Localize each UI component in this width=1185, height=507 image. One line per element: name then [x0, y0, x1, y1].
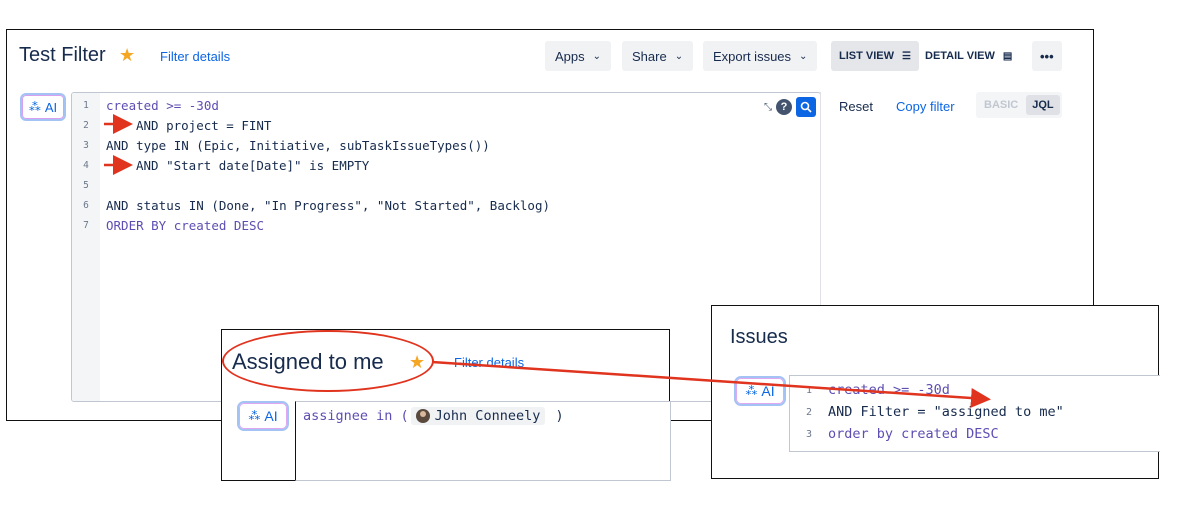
code-line: 2 AND Filter = "assigned to me"	[790, 401, 1064, 423]
query-prefix: assignee in (	[303, 408, 409, 424]
list-icon: ☰	[902, 50, 911, 62]
code-text: order by created DESC	[828, 426, 999, 442]
query-suffix: )	[547, 408, 564, 424]
basic-toggle[interactable]: BASIC	[978, 95, 1024, 115]
line-number: 4	[83, 159, 89, 171]
code-line: 6 AND status IN (Done, "In Progress", "N…	[72, 195, 550, 215]
collapse-icon[interactable]: ⤡	[764, 102, 772, 113]
ai-label: AI	[761, 383, 775, 399]
apps-button[interactable]: Apps ⌄	[545, 41, 612, 71]
code-text: AND status IN (Done, "In Progress", "Not…	[106, 197, 551, 213]
code-line: 1 created >= -30d	[790, 379, 950, 401]
share-label: Share	[632, 48, 667, 64]
more-actions-button[interactable]: •••	[1032, 41, 1062, 71]
ai-button[interactable]: ⁂ AI	[20, 93, 66, 121]
chevron-down-icon: ⌄	[592, 50, 602, 62]
export-label: Export issues	[713, 48, 792, 64]
code-text: AND Filter = "assigned to me"	[828, 404, 1064, 420]
code-line: 3 AND type IN (Epic, Initiative, subTask…	[72, 135, 490, 155]
code-text: created >= -30d	[828, 382, 950, 398]
avatar	[415, 409, 430, 423]
code-text: ORDER BY created DESC	[106, 217, 265, 233]
query-line: assignee in ( John Conneely )	[303, 407, 564, 425]
basic-jql-toggle: BASIC JQL	[976, 92, 1062, 118]
line-number: 6	[83, 199, 89, 211]
copy-filter-button[interactable]: Copy filter	[896, 99, 955, 114]
ai-label: AI	[264, 408, 278, 424]
chevron-down-icon: ⌄	[799, 50, 808, 62]
filter-details-link[interactable]: Filter details	[454, 355, 524, 370]
editor-icons: ⤡ ?	[764, 97, 816, 117]
detail-view-label: DETAIL VIEW	[925, 50, 995, 62]
code-line: 5	[72, 175, 106, 195]
jql-editor[interactable]: assignee in ( John Conneely )	[295, 401, 671, 481]
user-name: John Conneely	[434, 408, 541, 424]
ai-button[interactable]: ⁂ AI	[237, 401, 289, 431]
search-button[interactable]	[796, 97, 816, 117]
sparkle-icon: ⁂	[28, 100, 41, 114]
share-button[interactable]: Share ⌄	[622, 41, 694, 71]
code-line: 1 created >= -30d	[72, 95, 219, 115]
list-view-button[interactable]: LIST VIEW ☰	[831, 41, 919, 71]
list-view-label: LIST VIEW	[839, 50, 894, 62]
code-line: 7 ORDER BY created DESC	[72, 215, 264, 235]
sparkle-icon: ⁂	[248, 409, 261, 423]
line-number: 1	[83, 99, 89, 111]
line-number: 3	[805, 428, 813, 440]
ai-label: AI	[44, 99, 58, 115]
filter-details-link[interactable]: Filter details	[160, 49, 230, 64]
line-number: 7	[83, 219, 89, 231]
star-icon[interactable]: ★	[119, 45, 135, 66]
code-line: 2 AND project = FINT	[72, 115, 271, 135]
divider	[820, 92, 821, 332]
code-text: AND type IN (Epic, Initiative, subTaskIs…	[106, 137, 490, 153]
page-title: Test Filter	[19, 44, 106, 66]
issues-panel: Issues ⁂ AI 1 created >= -30d 2 AND Filt…	[711, 305, 1160, 479]
code-text: AND "Start date[Date]" is EMPTY	[136, 157, 370, 173]
line-number: 2	[805, 406, 813, 418]
export-issues-button[interactable]: Export issues ⌄	[703, 41, 818, 71]
chevron-down-icon: ⌄	[674, 50, 684, 62]
reset-button[interactable]: Reset	[839, 99, 873, 114]
detail-view-button[interactable]: DETAIL VIEW ▤	[919, 41, 1018, 71]
sparkle-icon: ⁂	[745, 384, 758, 398]
code-text: AND project = FINT	[136, 117, 272, 133]
detail-view-icon: ▤	[1002, 50, 1013, 62]
line-number: 1	[805, 384, 813, 396]
help-icon[interactable]: ?	[776, 99, 792, 115]
jql-editor[interactable]: 1 created >= -30d 2 AND Filter = "assign…	[789, 375, 1160, 452]
apps-label: Apps	[555, 48, 585, 64]
jql-toggle[interactable]: JQL	[1026, 95, 1060, 115]
code-line: 3 order by created DESC	[790, 423, 999, 445]
code-line: 4 AND "Start date[Date]" is EMPTY	[72, 155, 369, 175]
ai-button[interactable]: ⁂ AI	[734, 376, 786, 406]
panel-title: Issues	[730, 326, 788, 348]
line-number: 5	[83, 179, 89, 191]
code-text: created >= -30d	[106, 97, 219, 113]
search-icon	[800, 101, 812, 113]
line-number: 2	[83, 119, 89, 131]
annotation-oval	[222, 330, 434, 392]
line-number: 3	[83, 139, 89, 151]
user-chip[interactable]: John Conneely	[410, 407, 546, 425]
